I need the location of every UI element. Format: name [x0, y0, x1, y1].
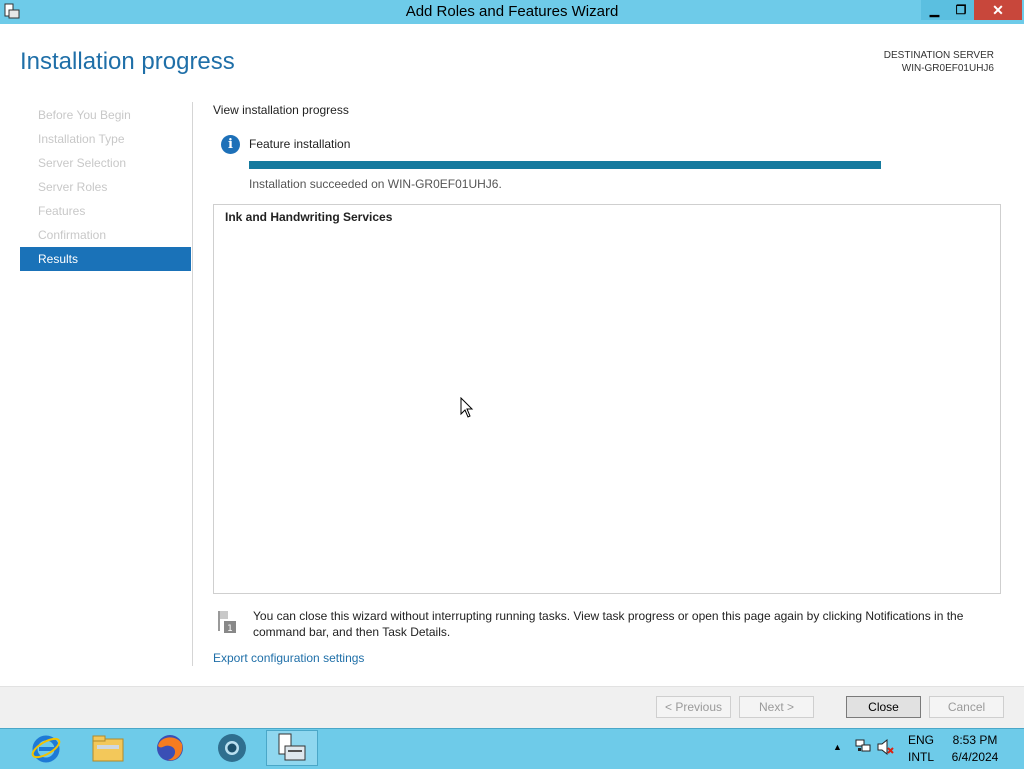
- server-manager-icon: [278, 733, 306, 761]
- progress-bar-fill: [249, 161, 881, 169]
- volume-muted-icon[interactable]: [877, 739, 895, 755]
- nav-item-results[interactable]: Results: [20, 247, 191, 271]
- maximize-button[interactable]: ❐: [948, 0, 974, 20]
- export-configuration-link[interactable]: Export configuration settings: [213, 651, 364, 665]
- minimize-button[interactable]: ▁: [921, 0, 948, 20]
- internet-explorer-icon: [31, 735, 61, 763]
- minimize-icon: ▁: [929, 3, 940, 17]
- feature-installation-label: Feature installation: [249, 137, 351, 151]
- close-button[interactable]: Close: [846, 696, 921, 718]
- restore-icon: ❐: [955, 3, 967, 17]
- previous-button[interactable]: < Previous: [656, 696, 731, 718]
- task-flag-icon: 1: [218, 611, 236, 634]
- taskbar-chrome[interactable]: [206, 730, 258, 766]
- file-explorer-icon: [92, 735, 124, 762]
- language-indicator-line2[interactable]: INTL: [908, 750, 934, 764]
- clock-time[interactable]: 8:53 PM: [950, 733, 1000, 747]
- destination-server-name: WIN-GR0EF01UHJ6: [901, 63, 994, 74]
- firefox-icon: [157, 735, 183, 761]
- network-icon[interactable]: [855, 739, 871, 753]
- close-wizard-note: You can close this wizard without interr…: [253, 609, 964, 639]
- nav-divider: [192, 102, 193, 666]
- next-button[interactable]: Next >: [739, 696, 814, 718]
- taskbar-internet-explorer[interactable]: [20, 730, 72, 766]
- progress-bar: [249, 161, 881, 169]
- nav-item-installation-type[interactable]: Installation Type: [20, 127, 191, 151]
- results-list: Ink and Handwriting Services: [213, 204, 1001, 594]
- tray-overflow-chevron-icon[interactable]: ▲: [833, 742, 842, 752]
- installation-status-text: Installation succeeded on WIN-GR0EF01UHJ…: [249, 177, 502, 191]
- info-icon: i: [221, 135, 240, 154]
- svg-text:1: 1: [227, 624, 233, 634]
- page-title: Installation progress: [20, 48, 235, 75]
- taskbar-file-explorer[interactable]: [82, 730, 134, 766]
- close-window-button[interactable]: ✕: [974, 0, 1022, 20]
- window-title: Add Roles and Features Wizard: [405, 3, 619, 20]
- nav-item-server-roles[interactable]: Server Roles: [20, 175, 191, 199]
- taskbar-firefox[interactable]: [144, 730, 196, 766]
- chrome-icon: [218, 734, 246, 762]
- nav-item-server-selection[interactable]: Server Selection: [20, 151, 191, 175]
- language-indicator-line1[interactable]: ENG: [908, 733, 934, 747]
- mouse-cursor-icon: [460, 397, 474, 418]
- cancel-button[interactable]: Cancel: [929, 696, 1004, 718]
- nav-item-before-you-begin[interactable]: Before You Begin: [20, 103, 191, 127]
- destination-server-label: DESTINATION SERVER: [883, 50, 994, 61]
- nav-item-features[interactable]: Features: [20, 199, 191, 223]
- taskbar-server-manager[interactable]: [266, 730, 318, 766]
- nav-item-confirmation[interactable]: Confirmation: [20, 223, 191, 247]
- result-feature-item: Ink and Handwriting Services: [225, 210, 393, 224]
- close-icon: ✕: [992, 1, 1004, 18]
- clock-date[interactable]: 6/4/2024: [944, 750, 1006, 764]
- view-progress-label: View installation progress: [213, 103, 349, 117]
